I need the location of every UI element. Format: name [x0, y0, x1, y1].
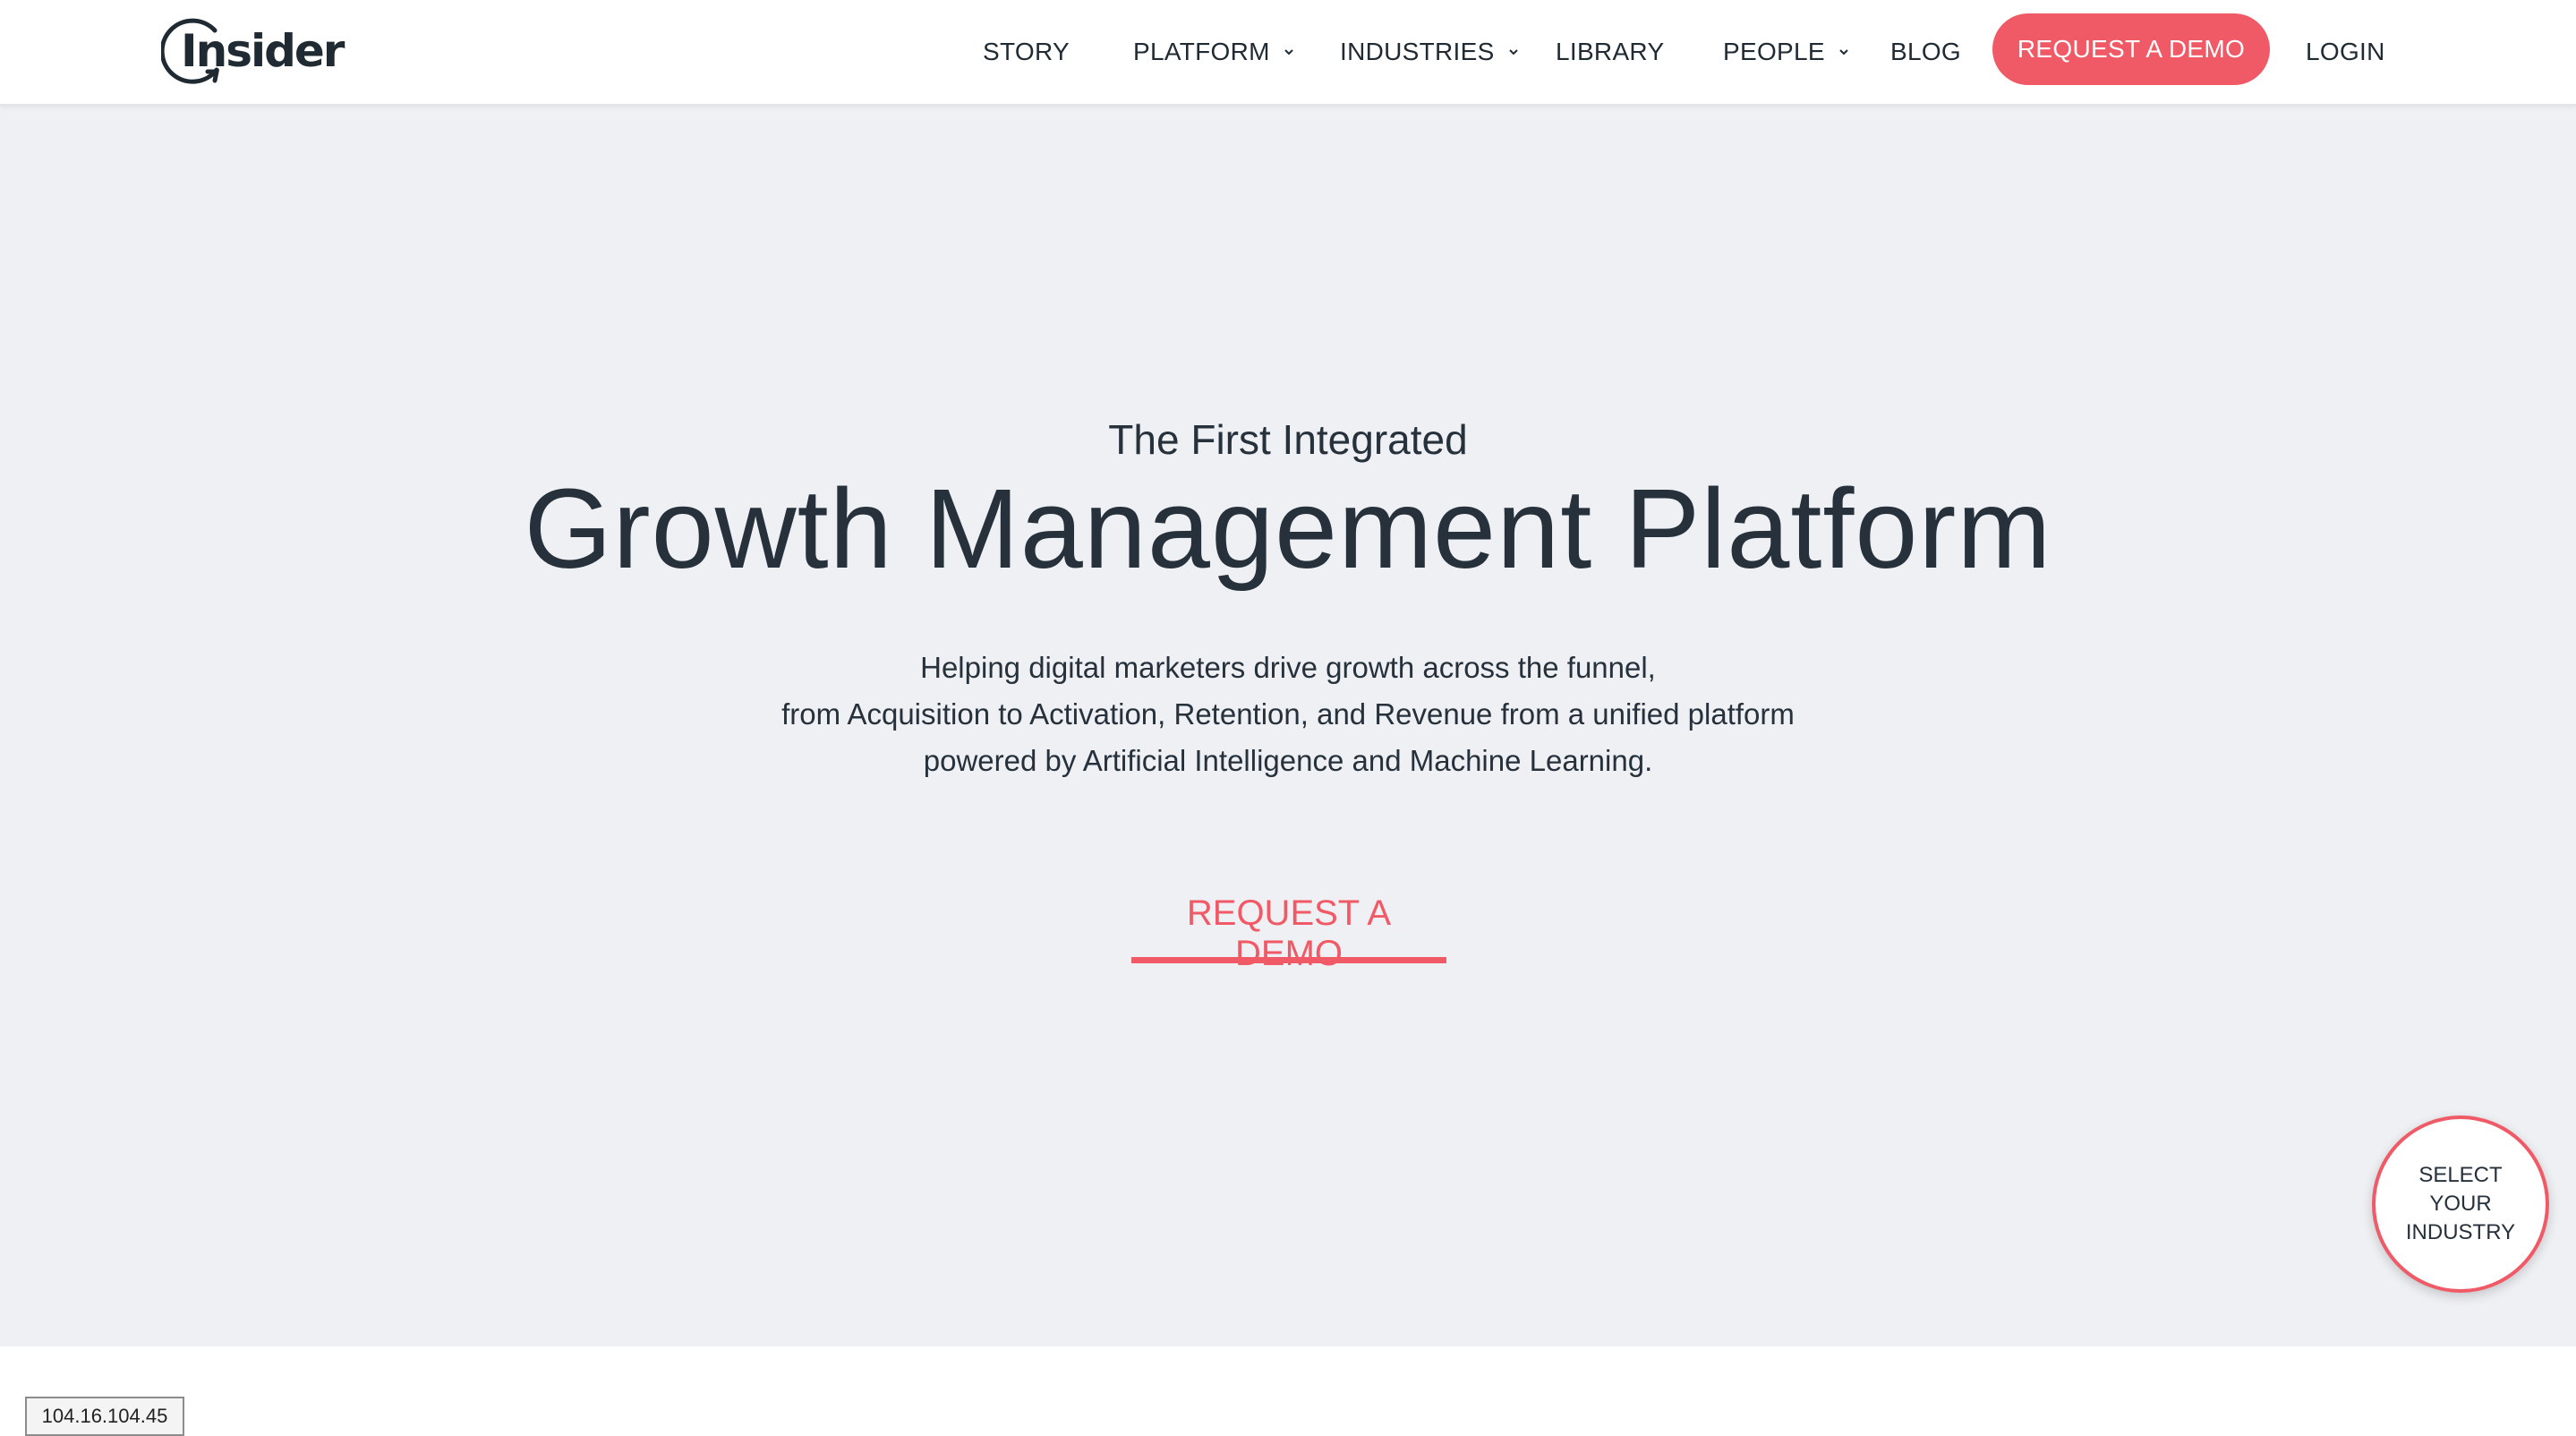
- login-link[interactable]: LOGIN: [2306, 34, 2385, 70]
- nav-platform[interactable]: PLATFORM: [1133, 34, 1295, 70]
- hero-section: The First Integrated Growth Management P…: [0, 106, 2576, 1346]
- nav-industries[interactable]: INDUSTRIES: [1340, 34, 1520, 70]
- login-label: LOGIN: [2306, 38, 2385, 65]
- hero-eyebrow: The First Integrated: [1108, 416, 1468, 463]
- nav-library-label: LIBRARY: [1556, 38, 1665, 65]
- chevron-down-icon: [1508, 49, 1518, 56]
- nav-people[interactable]: PEOPLE: [1723, 34, 1850, 70]
- ip-address-badge: 104.16.104.45: [25, 1397, 184, 1436]
- nav-platform-label: PLATFORM: [1133, 38, 1270, 65]
- nav-industries-label: INDUSTRIES: [1340, 38, 1495, 65]
- select-industry-button[interactable]: SELECT YOUR INDUSTRY: [2372, 1115, 2549, 1293]
- site-header: Insider STORY PLATFORM INDUSTRIES LIBRAR…: [0, 0, 2576, 106]
- industry-line: INDUSTRY: [2405, 1220, 2516, 1244]
- hero-request-demo-link[interactable]: REQUEST A DEMO: [1131, 893, 1446, 973]
- hero-subtitle: Helping digital marketers drive growth a…: [0, 645, 2576, 784]
- nav-story[interactable]: STORY: [983, 34, 1070, 70]
- chevron-down-icon: [1284, 49, 1293, 56]
- chevron-down-icon: [1839, 49, 1848, 56]
- industry-line: YOUR: [2429, 1192, 2492, 1216]
- hero-headline: Growth Management Platform: [524, 466, 2052, 592]
- request-demo-button[interactable]: REQUEST A DEMO: [1992, 13, 2270, 85]
- nav-blog[interactable]: BLOG: [1890, 34, 1961, 70]
- hero-subtitle-line: from Acquisition to Activation, Retentio…: [781, 697, 1795, 731]
- nav-story-label: STORY: [983, 38, 1070, 65]
- hero-subtitle-line: Helping digital marketers drive growth a…: [920, 651, 1656, 684]
- hero-subtitle-line: powered by Artificial Intelligence and M…: [923, 744, 1653, 777]
- industry-line: SELECT: [2418, 1163, 2503, 1187]
- nav-blog-label: BLOG: [1890, 38, 1962, 65]
- main-nav: STORY PLATFORM INDUSTRIES LIBRARY PEOPLE…: [0, 0, 2576, 106]
- cta-underline: [1131, 957, 1446, 963]
- nav-people-label: PEOPLE: [1723, 38, 1825, 65]
- nav-library[interactable]: LIBRARY: [1556, 34, 1664, 70]
